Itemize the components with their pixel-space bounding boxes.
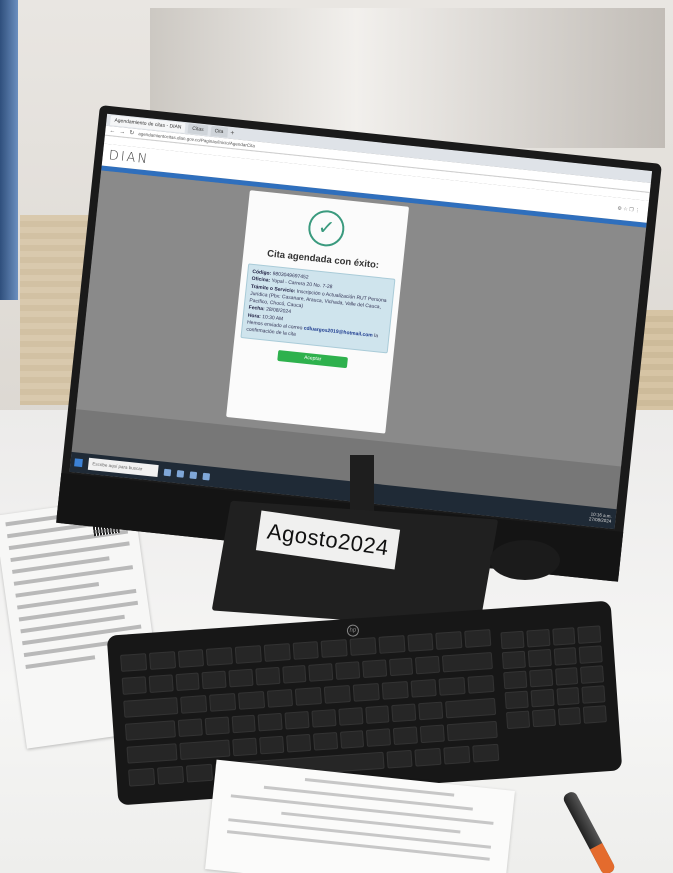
taskbar-search-input[interactable]: Escribe aquí para buscar	[87, 457, 159, 478]
folder-icon[interactable]	[189, 470, 198, 479]
check-circle-icon: ✓	[306, 208, 347, 249]
back-icon[interactable]: ←	[109, 128, 116, 135]
browser-tab[interactable]: Citas	[187, 123, 209, 136]
window-left	[0, 0, 18, 300]
system-tray[interactable]: 10:16 a.m. 27/08/2024	[588, 511, 612, 524]
chrome-icon[interactable]	[202, 472, 211, 480]
dian-logo[interactable]: DIAN	[108, 148, 150, 167]
appointment-details: Código: 9803049697452 Oficina: Yopal - C…	[240, 263, 396, 354]
reload-icon[interactable]: ↻	[129, 129, 135, 136]
new-tab-button[interactable]: +	[230, 129, 235, 136]
clock-date: 27/08/2024	[588, 516, 612, 524]
forward-icon[interactable]: →	[119, 129, 126, 136]
numpad	[500, 625, 607, 730]
accept-button[interactable]: Aceptar	[277, 350, 348, 369]
photo-scene: Agendamiento de citas - DIAN Citas Cita …	[0, 0, 673, 873]
header-icons: ⚙ ☆ ❐ ⋮	[617, 205, 641, 214]
confirmation-modal: ✓ Cita agendada con éxito: Código: 98030…	[226, 190, 410, 434]
hp-keyboard-logo: hp	[346, 624, 360, 638]
browser-tab[interactable]: Cita	[210, 125, 228, 138]
windows-start-icon[interactable]	[74, 458, 83, 468]
edge-icon[interactable]	[176, 469, 185, 478]
task-view-icon[interactable]	[163, 468, 172, 476]
cable-bundle	[490, 540, 560, 580]
monitor-stand-base	[211, 500, 499, 630]
